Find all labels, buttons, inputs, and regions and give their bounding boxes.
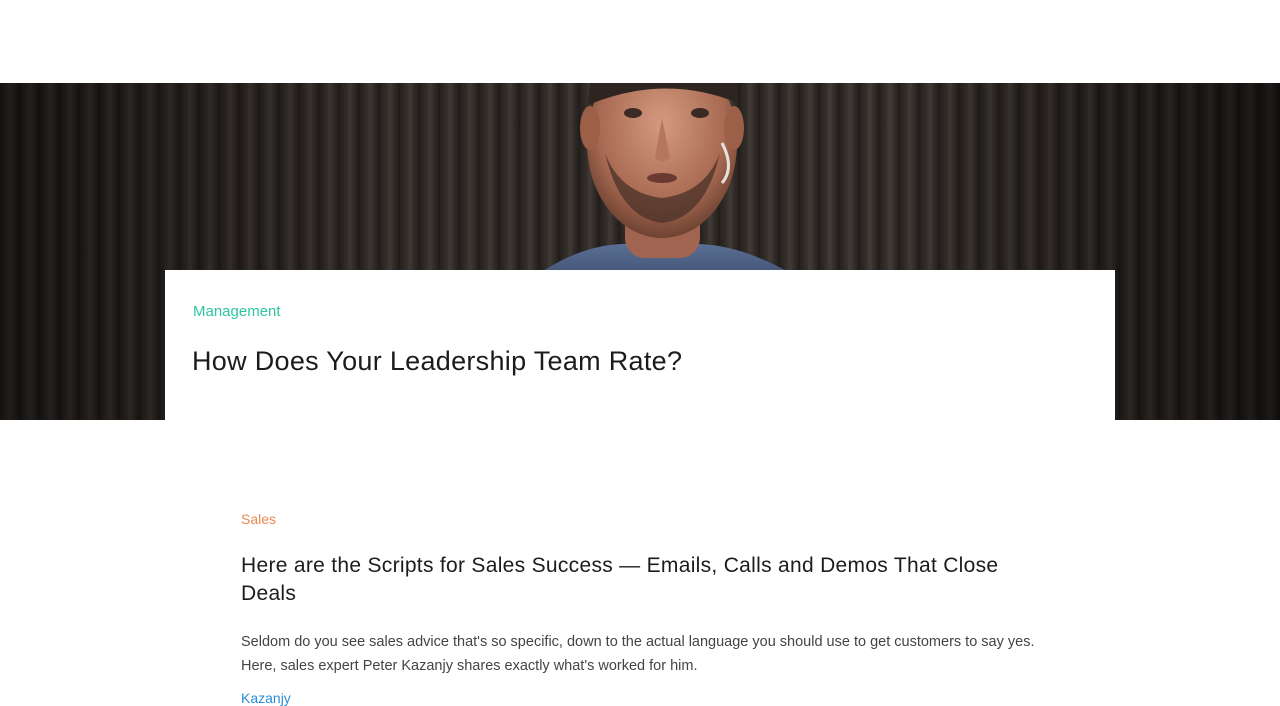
article-excerpt: Seldom do you see sales advice that's so… <box>241 634 1035 674</box>
article-author-link[interactable]: Kazanjy <box>241 690 291 706</box>
article-category-link[interactable]: Sales <box>241 511 276 527</box>
featured-category-link[interactable]: Management <box>193 303 281 320</box>
site-header <box>0 0 1280 83</box>
featured-article-title[interactable]: How Does Your Leadership Team Rate? <box>192 346 682 377</box>
featured-article-card[interactable] <box>165 270 1115 420</box>
article-title[interactable]: Here are the Scripts for Sales Success —… <box>241 552 1031 608</box>
